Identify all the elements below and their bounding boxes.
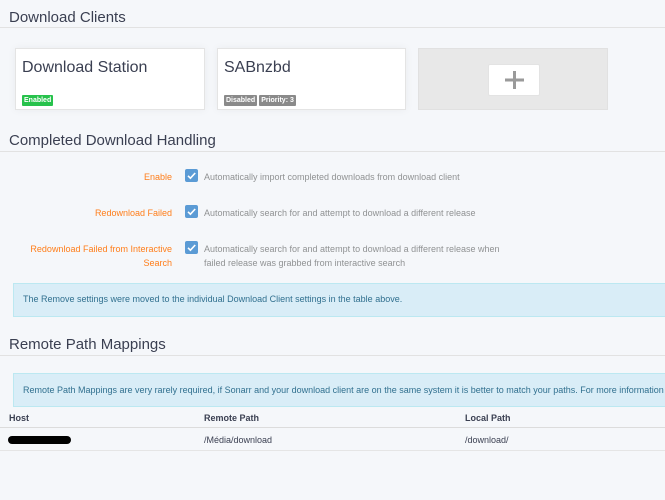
section-divider bbox=[0, 355, 665, 356]
section-divider bbox=[0, 27, 665, 28]
column-header-host: Host bbox=[9, 413, 29, 423]
completed-download-handling-title: Completed Download Handling bbox=[9, 132, 216, 149]
redownload-failed-checkbox[interactable] bbox=[185, 205, 198, 218]
remote-path-cell: /Média/download bbox=[204, 435, 273, 445]
add-download-client-card[interactable] bbox=[418, 48, 608, 110]
column-header-remote-path: Remote Path bbox=[204, 413, 260, 423]
remove-settings-info-alert: The Remove settings were moved to the in… bbox=[13, 283, 665, 317]
redownload-failed-interactive-checkbox[interactable] bbox=[185, 241, 198, 254]
redacted-host bbox=[8, 436, 71, 444]
table-header-divider bbox=[0, 427, 665, 428]
priority-badge: Priority: 3 bbox=[259, 95, 296, 106]
download-client-card-download-station[interactable]: Download Station Enabled bbox=[15, 48, 205, 110]
local-path-cell: /download/ bbox=[465, 435, 509, 445]
plus-icon bbox=[505, 71, 524, 89]
checkmark-icon bbox=[187, 244, 196, 252]
redownload-failed-label: Redownload Failed bbox=[94, 208, 172, 218]
section-divider bbox=[0, 151, 665, 152]
client-name: SABnzbd bbox=[224, 59, 291, 76]
checkmark-icon bbox=[187, 172, 196, 180]
enabled-badge: Enabled bbox=[22, 95, 54, 106]
enable-help-text: Automatically import completed downloads… bbox=[204, 172, 460, 182]
enable-checkbox[interactable] bbox=[185, 169, 198, 182]
remote-path-mappings-info-alert: Remote Path Mappings are very rarely req… bbox=[13, 373, 665, 407]
redownload-failed-interactive-help-text: Automatically search for and attempt to … bbox=[204, 244, 500, 268]
download-client-card-sabnzbd[interactable]: SABnzbd Disabled Priority: 3 bbox=[217, 48, 406, 110]
download-clients-title: Download Clients bbox=[9, 9, 126, 26]
disabled-badge: Disabled bbox=[224, 95, 258, 106]
column-header-local-path: Local Path bbox=[465, 413, 511, 423]
redownload-failed-help-text: Automatically search for and attempt to … bbox=[204, 208, 476, 218]
table-row-divider bbox=[0, 450, 665, 451]
client-name: Download Station bbox=[22, 59, 148, 76]
add-download-client-button[interactable] bbox=[488, 64, 540, 96]
checkmark-icon bbox=[187, 208, 196, 216]
redownload-failed-interactive-label: Redownload Failed from Interactive Searc… bbox=[30, 244, 172, 268]
enable-label: Enable bbox=[143, 172, 172, 182]
remote-path-mappings-title: Remote Path Mappings bbox=[9, 336, 166, 353]
